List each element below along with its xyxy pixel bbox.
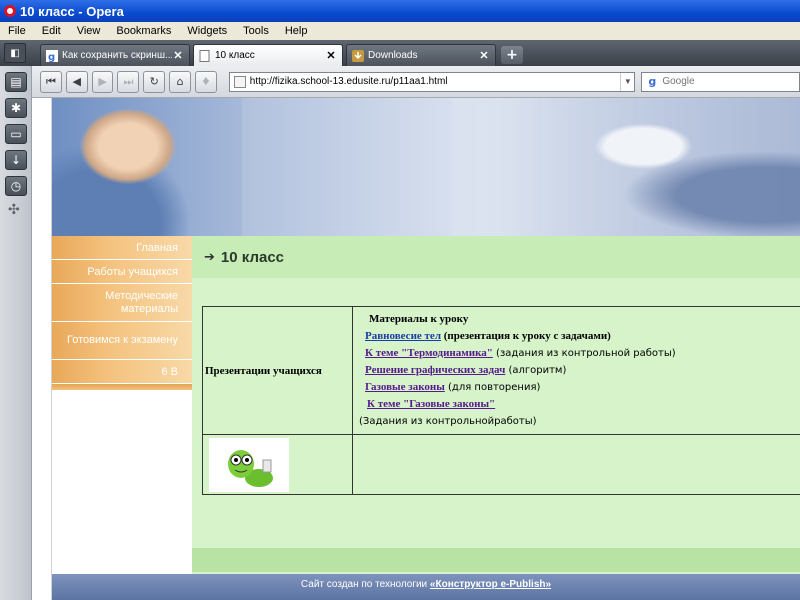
- menu-help[interactable]: Help: [277, 25, 316, 37]
- page-icon: [199, 49, 210, 62]
- link-graphic-tasks[interactable]: Решение графических задач: [365, 364, 505, 376]
- menu-edit[interactable]: Edit: [34, 25, 69, 37]
- chevron-down-icon[interactable]: ▼: [620, 72, 634, 91]
- link-note: (презентация к уроку с задачами): [441, 330, 611, 342]
- list-item: Решение графических задач (алгоритм): [359, 362, 800, 379]
- materials-table: Презентации учащихся Материалы к уроку Р…: [202, 306, 800, 495]
- rewind-icon[interactable]: ⏮: [40, 70, 62, 93]
- web-page: Главная Работы учащихся Методические мат…: [52, 98, 800, 600]
- svg-text:g: g: [48, 52, 55, 62]
- google-icon: g: [46, 49, 58, 62]
- empty-cell: [352, 434, 800, 495]
- tab-downloads[interactable]: Downloads ✕: [346, 44, 496, 66]
- students-photo: [52, 98, 242, 236]
- image-cell: [202, 434, 353, 495]
- close-icon[interactable]: ✕: [172, 49, 184, 62]
- close-icon[interactable]: ✕: [478, 49, 490, 62]
- history-panel-icon[interactable]: ◷: [5, 176, 27, 196]
- row-label: Презентации учащихся: [202, 306, 353, 435]
- heading-bar: ➔ 10 класс: [192, 236, 800, 278]
- navigation-bar: ⏮ ◀ ▶ ⏭ ↻ ⌂ ♦ ▼ g: [32, 66, 800, 98]
- site-footer: Сайт создан по технологии «Конструктор e…: [52, 574, 800, 600]
- materials-header: Материалы к уроку: [369, 313, 469, 325]
- address-input[interactable]: [249, 76, 621, 87]
- menu-tools[interactable]: Tools: [235, 25, 277, 37]
- nav-item-home[interactable]: Главная: [52, 236, 192, 260]
- menu-view[interactable]: View: [69, 25, 109, 37]
- menu-bar: File Edit View Bookmarks Widgets Tools H…: [0, 22, 800, 40]
- content-footer-band: [192, 548, 800, 572]
- site-navigation: Главная Работы учащихся Методические мат…: [52, 236, 192, 402]
- classroom-photo: [452, 98, 800, 236]
- tab-label: Как сохранить скринш...: [62, 50, 172, 61]
- downloads-icon: [352, 49, 364, 62]
- link-gas-laws[interactable]: Газовые законы: [365, 381, 445, 393]
- link-note: (для повторения): [444, 382, 541, 393]
- home-icon[interactable]: ⌂: [169, 70, 191, 93]
- header-banner: [52, 98, 800, 236]
- downloads-panel-icon[interactable]: ↓: [5, 150, 27, 170]
- menu-bookmarks[interactable]: Bookmarks: [108, 25, 179, 37]
- nav-bottom-edge: [52, 384, 192, 390]
- window-title: 10 класс - Opera: [20, 3, 124, 19]
- arrow-right-icon: ➔: [204, 249, 215, 265]
- fast-forward-icon[interactable]: ⏭: [117, 70, 140, 93]
- page-icon: [233, 75, 246, 88]
- tab-label: Downloads: [368, 50, 418, 61]
- page-title: 10 класс: [220, 248, 285, 266]
- address-field[interactable]: ▼: [228, 71, 636, 92]
- table-row: Презентации учащихся Материалы к уроку Р…: [202, 306, 800, 435]
- google-icon: g: [645, 74, 660, 89]
- mascot-image: [209, 437, 289, 492]
- page-gutter: [32, 98, 52, 600]
- materials-cell: Материалы к уроку Равновесие тел (презен…: [352, 306, 800, 435]
- worm-mascot-icon: [228, 449, 273, 487]
- nav-item-methodical-materials[interactable]: Методические материалы: [52, 284, 192, 322]
- last-note: (Задания из контрольнойработы): [359, 416, 537, 427]
- tab-screenshot[interactable]: g Как сохранить скринш... ✕: [40, 44, 190, 66]
- opera-logo-icon: [4, 5, 16, 17]
- panel-bar: ▤ ✱ ▭ ↓ ◷ ✣: [0, 66, 32, 600]
- nav-item-student-works[interactable]: Работы учащихся: [52, 260, 192, 284]
- nav-item-label: Готовимся к экзамену: [66, 334, 178, 346]
- panel-toggle-button[interactable]: ◧: [4, 43, 26, 63]
- list-item: К теме "Газовые законы": [359, 396, 800, 413]
- search-field[interactable]: g: [641, 71, 800, 92]
- footer-text: Сайт создан по технологии: [300, 579, 430, 590]
- link-note: (задания из контрольной работы): [492, 348, 676, 359]
- link-gas-laws-theme[interactable]: К теме "Газовые законы": [367, 398, 495, 410]
- list-item: Равновесие тел (презентация к уроку с за…: [359, 328, 800, 345]
- nav-item-label: Методические материалы: [105, 289, 178, 315]
- link-note: (алгоритм): [505, 365, 567, 376]
- link-thermodynamics[interactable]: К теме "Термодинамика": [365, 347, 493, 359]
- main-content: ➔ 10 класс Презентации учащихся Материал…: [192, 236, 800, 600]
- back-icon[interactable]: ◀: [65, 70, 88, 93]
- footer-link[interactable]: «Конструктор e-Publish»: [430, 579, 551, 590]
- new-tab-button[interactable]: +: [501, 46, 523, 64]
- tab-label: 10 класс: [215, 50, 255, 61]
- close-icon[interactable]: ✕: [325, 49, 337, 62]
- forward-icon[interactable]: ▶: [91, 70, 114, 93]
- menu-widgets[interactable]: Widgets: [179, 25, 235, 37]
- link-equilibrium[interactable]: Равновесие тел: [365, 330, 441, 342]
- notes-panel-icon[interactable]: ▭: [5, 124, 27, 144]
- tab-bar: ◧ g Как сохранить скринш... ✕ 10 класс ✕…: [0, 40, 800, 66]
- widgets-panel-icon[interactable]: ✱: [5, 98, 27, 118]
- reload-icon[interactable]: ↻: [143, 70, 166, 93]
- tab-10-klass[interactable]: 10 класс ✕: [193, 44, 343, 66]
- bookmarks-panel-icon[interactable]: ▤: [5, 72, 27, 92]
- title-bar: 10 класс - Opera: [0, 0, 800, 22]
- list-item: К теме "Термодинамика" (задания из контр…: [359, 345, 800, 362]
- add-panel-icon[interactable]: ✣: [8, 202, 23, 218]
- nav-item-exam-prep[interactable]: Готовимся к экзамену: [52, 322, 192, 360]
- list-item: Газовые законы (для повторения): [359, 379, 800, 396]
- table-row: [202, 434, 800, 495]
- wand-icon[interactable]: ♦: [194, 70, 217, 93]
- nav-item-6v[interactable]: 6 В: [52, 360, 192, 384]
- menu-file[interactable]: File: [0, 25, 34, 37]
- search-input[interactable]: [662, 76, 793, 87]
